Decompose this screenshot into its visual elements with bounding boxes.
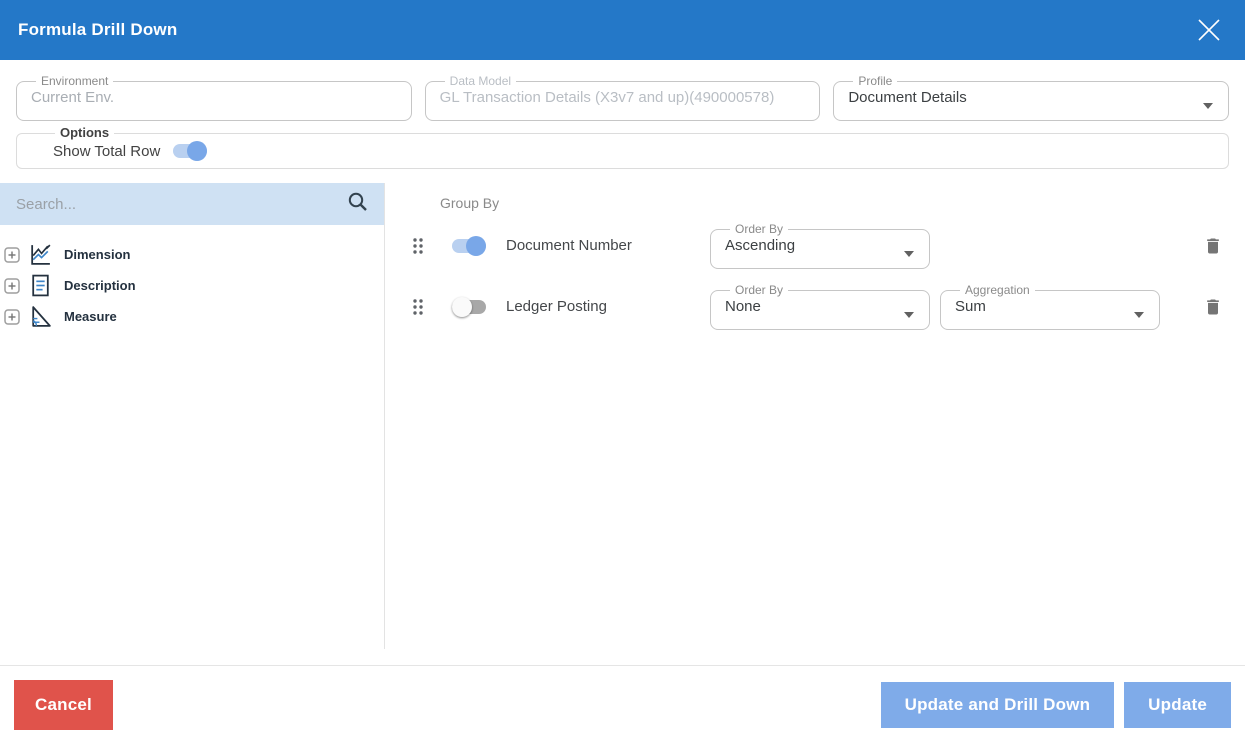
chevron-down-icon	[1203, 103, 1213, 109]
dialog-title: Formula Drill Down	[18, 20, 177, 40]
drag-handle-icon[interactable]	[411, 297, 425, 317]
tree-item-label: Description	[64, 278, 136, 293]
update-and-drill-down-button[interactable]: Update and Drill Down	[881, 682, 1115, 728]
chevron-down-icon	[904, 312, 914, 318]
update-button[interactable]: Update	[1124, 682, 1231, 728]
options-label: Options	[55, 126, 114, 140]
formula-drill-down-dialog: Formula Drill Down Environment Current E…	[0, 0, 1245, 743]
group-by-panel: Group By Document Number	[385, 183, 1245, 649]
dialog-content: Search...	[0, 183, 1245, 649]
field-tree-sidebar: Search...	[0, 183, 385, 649]
profile-select[interactable]: Profile Document Details	[833, 74, 1229, 121]
line-chart-icon	[28, 242, 53, 267]
row-field-name: Ledger Posting	[506, 298, 710, 315]
tree-item-label: Measure	[64, 309, 117, 324]
chevron-down-icon	[904, 251, 914, 257]
search-icon[interactable]	[347, 191, 368, 217]
search-placeholder: Search...	[16, 196, 76, 213]
show-total-row-label: Show Total Row	[53, 143, 160, 160]
environment-field[interactable]: Environment Current Env.	[16, 74, 412, 121]
row-field-name: Document Number	[506, 237, 710, 254]
order-by-label: Order By	[730, 222, 788, 236]
row-toggle[interactable]	[452, 236, 486, 256]
environment-label: Environment	[36, 74, 113, 88]
search-input[interactable]: Search...	[0, 183, 384, 225]
expand-plus-icon[interactable]	[4, 278, 20, 294]
expand-plus-icon[interactable]	[4, 247, 20, 263]
options-section: Options Show Total Row	[0, 126, 1245, 169]
data-model-label: Data Model	[445, 74, 516, 88]
group-by-row: Document Number Order By Ascending	[385, 215, 1245, 276]
order-by-select[interactable]: Order By Ascending	[710, 222, 930, 269]
order-by-label: Order By	[730, 283, 788, 297]
expand-plus-icon[interactable]	[4, 309, 20, 325]
delete-icon[interactable]	[1201, 234, 1225, 258]
profile-label: Profile	[853, 74, 897, 88]
close-icon[interactable]	[1191, 12, 1227, 48]
row-toggle[interactable]	[452, 297, 486, 317]
tree-item-label: Dimension	[64, 247, 130, 262]
aggregation-value: Sum	[955, 298, 1145, 315]
document-icon	[28, 273, 53, 298]
group-by-row: Ledger Posting Order By None Aggregation…	[385, 276, 1245, 337]
data-model-value: GL Transaction Details (X3v7 and up)(490…	[440, 89, 806, 106]
ruler-triangle-icon	[28, 304, 53, 329]
tree-item-measure[interactable]: Measure	[4, 301, 384, 332]
aggregation-label: Aggregation	[960, 283, 1035, 297]
drag-handle-icon[interactable]	[411, 236, 425, 256]
aggregation-select[interactable]: Aggregation Sum	[940, 283, 1160, 330]
show-total-row-toggle[interactable]	[173, 141, 207, 161]
delete-icon[interactable]	[1201, 295, 1225, 319]
dialog-footer: Cancel Update and Drill Down Update	[0, 665, 1245, 743]
chevron-down-icon	[1134, 312, 1144, 318]
dialog-header: Formula Drill Down	[0, 0, 1245, 60]
tree-item-dimension[interactable]: Dimension	[4, 239, 384, 270]
profile-value: Document Details	[848, 89, 1214, 106]
data-model-field: Data Model GL Transaction Details (X3v7 …	[425, 74, 821, 121]
tree-item-description[interactable]: Description	[4, 270, 384, 301]
environment-value[interactable]: Current Env.	[31, 89, 397, 106]
order-by-select[interactable]: Order By None	[710, 283, 930, 330]
top-fields-row: Environment Current Env. Data Model GL T…	[0, 60, 1245, 121]
group-by-label: Group By	[440, 195, 1245, 211]
order-by-value: Ascending	[725, 237, 915, 254]
field-tree: Dimension	[0, 225, 384, 332]
cancel-button[interactable]: Cancel	[14, 680, 113, 730]
order-by-value: None	[725, 298, 915, 315]
